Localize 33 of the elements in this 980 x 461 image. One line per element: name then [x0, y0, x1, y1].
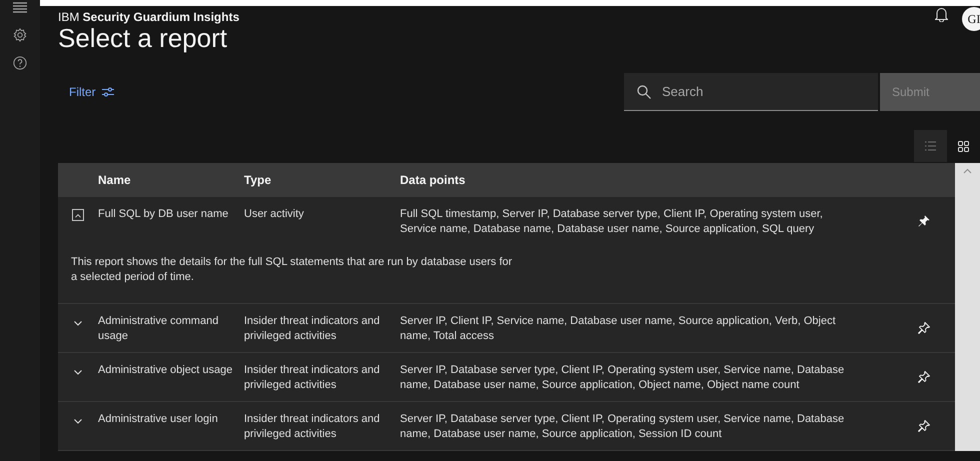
search-field[interactable]: Search: [624, 73, 878, 111]
user-avatar[interactable]: GI: [962, 7, 980, 31]
pin-button[interactable]: [918, 420, 930, 432]
report-type: Insider threat indicators and privileged activities: [244, 363, 381, 393]
list-icon: [925, 141, 936, 151]
report-name: Administrative user login: [98, 412, 219, 427]
report-type: Insider threat indicators and privileged activities: [244, 314, 381, 344]
column-header: Type: [244, 173, 272, 187]
report-name: Administrative object usage: [98, 363, 234, 378]
data-points: Full SQL timestamp, Server IP, Database server type, Client IP, Operating system user, Service name, Database name, Database user name, Source application, SQL query: [400, 207, 824, 237]
column-header: Name: [98, 173, 132, 187]
report-name: Administrative command usage: [98, 314, 220, 344]
settings-icon[interactable]: [13, 28, 27, 42]
data-points: Server IP, Database server type, Client IP, Operating system user, Service name, Database name, Database user name, Source application, Object name, Object name count: [400, 363, 846, 393]
report-description: This report shows the details for the full SQL statements that are run by database users for a selected period of time.: [58, 245, 955, 304]
help-icon[interactable]: [13, 56, 27, 70]
grid-icon: [958, 140, 969, 152]
report-type: User activity: [244, 207, 305, 222]
report-type: Insider threat indicators and privileged activities: [244, 412, 381, 442]
notification-icon[interactable]: [935, 7, 948, 22]
filter-button[interactable]: Filter: [58, 85, 114, 99]
collapse-button[interactable]: [72, 209, 84, 221]
pin-button[interactable]: [918, 371, 930, 383]
data-points: Server IP, Client IP, Service name, Database user name, Source application, Verb, Object name, Total access: [400, 314, 837, 344]
sliders-icon: [102, 87, 114, 97]
page-title: Select a report: [58, 24, 228, 52]
pin-button[interactable]: [918, 215, 930, 227]
data-points: Server IP, Database server type, Client IP, Operating system user, Service name, Database name, Database user name, Source application, Session ID count: [400, 412, 846, 442]
report-name: Full SQL by DB user name: [98, 207, 230, 222]
product-name: IBM Security Guardium Insights: [58, 10, 240, 24]
column-header: Data points: [400, 173, 466, 187]
pin-button[interactable]: [918, 322, 930, 334]
menu-icon[interactable]: [13, 2, 27, 14]
